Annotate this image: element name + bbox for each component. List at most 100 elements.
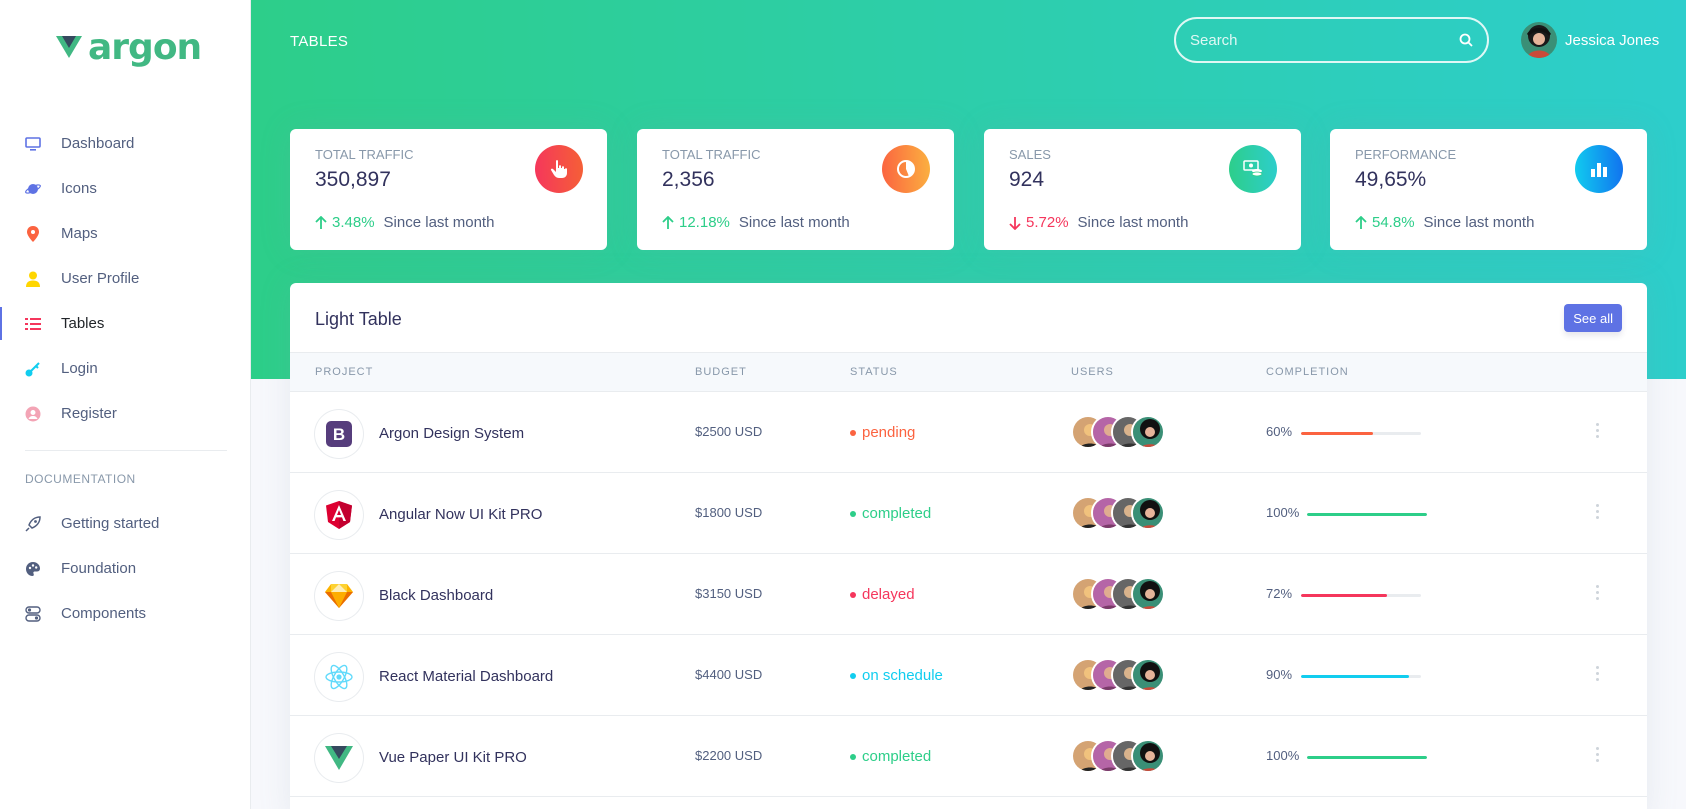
search-icon[interactable]: [1459, 33, 1473, 47]
avatar[interactable]: [1131, 577, 1165, 611]
sidebar-item-login[interactable]: Login: [0, 346, 251, 391]
pointer-icon: [535, 145, 583, 193]
sidebar-item-icons[interactable]: Icons: [0, 166, 251, 211]
project-name[interactable]: Black Dashboard: [379, 587, 493, 604]
sidebar-item-user-profile[interactable]: User Profile: [0, 256, 251, 301]
status-badge: completed: [850, 748, 931, 765]
completion-percent: 100%: [1266, 748, 1300, 763]
table-row: Angular Now UI Kit PRO $1800 USD complet…: [290, 473, 1647, 554]
column-header-project[interactable]: Project: [315, 366, 373, 378]
completion-bar-fill: [1307, 756, 1427, 759]
stat-card: Total traffic 350,897 3.48% Since last m…: [290, 129, 607, 250]
sidebar-item-register[interactable]: Register: [0, 391, 251, 436]
light-table-card: Light Table See all Project Budget Statu…: [290, 283, 1647, 809]
status-dot: [850, 510, 856, 517]
avatar-group: [1071, 496, 1165, 530]
sidebar-item-label: Register: [61, 405, 117, 422]
status-badge: on schedule: [850, 667, 943, 684]
completion-bar: [1301, 432, 1421, 435]
user-name: Jessica Jones: [1565, 31, 1660, 49]
project-name[interactable]: Angular Now UI Kit PRO: [379, 506, 542, 523]
row-actions-menu[interactable]: [1592, 744, 1602, 764]
sidebar-item-dashboard[interactable]: Dashboard: [0, 121, 251, 166]
column-header-users[interactable]: Users: [1071, 366, 1114, 378]
project-name[interactable]: Vue Paper UI Kit PRO: [379, 749, 527, 766]
stat-change: 3.48%: [332, 214, 375, 231]
stat-value: 350,897: [315, 168, 391, 191]
sidebar-item-maps[interactable]: Maps: [0, 211, 251, 256]
stat-card: Total traffic 2,356 12.18% Since last mo…: [637, 129, 954, 250]
stat-since: Since last month: [1423, 214, 1535, 231]
table-row: B Argon Design System $2500 USD pending …: [290, 392, 1647, 473]
avatar-group: [1071, 739, 1165, 773]
row-actions-menu[interactable]: [1592, 663, 1602, 683]
stat-label: Performance: [1355, 147, 1457, 162]
user-menu[interactable]: Jessica Jones: [1521, 22, 1659, 58]
angular-icon: [315, 491, 363, 539]
sidebar-item-getting-started[interactable]: Getting started: [0, 501, 251, 546]
documentation-nav: Getting started Foundation Components: [0, 501, 251, 636]
sidebar-item-label: Maps: [61, 225, 98, 242]
completion-percent: 72%: [1266, 586, 1293, 601]
avatar[interactable]: [1131, 658, 1165, 692]
column-header-completion[interactable]: Completion: [1266, 366, 1349, 378]
row-actions-menu[interactable]: [1592, 582, 1602, 602]
completion-percent: 90%: [1266, 667, 1293, 682]
avatar[interactable]: [1131, 415, 1165, 449]
status-dot: [850, 672, 856, 679]
column-header-status[interactable]: Status: [850, 366, 898, 378]
completion-bar-fill: [1301, 432, 1373, 435]
sketch-icon: [315, 572, 363, 620]
sidebar-item-label: Components: [61, 605, 147, 622]
stat-change: 54.8%: [1372, 214, 1415, 231]
completion-bar-fill: [1301, 675, 1409, 678]
sidebar-item-label: Getting started: [61, 515, 160, 532]
project-name[interactable]: Argon Design System: [379, 425, 524, 442]
search-input[interactable]: [1190, 31, 1459, 49]
stat-footer: 54.8% Since last month: [1355, 214, 1534, 231]
status-text: delayed: [862, 586, 915, 603]
completion-bar: [1307, 513, 1427, 516]
column-header-budget[interactable]: Budget: [695, 366, 747, 378]
stat-footer: 12.18% Since last month: [662, 214, 850, 231]
page-title: TABLES: [290, 33, 349, 50]
search-box[interactable]: [1174, 17, 1489, 63]
status-text: pending: [862, 424, 916, 441]
stat-since: Since last month: [383, 214, 495, 231]
see-all-button[interactable]: See all: [1564, 304, 1622, 332]
user-icon: [25, 271, 41, 287]
avatar[interactable]: [1131, 739, 1165, 773]
sidebar: argon Dashboard Icons Maps User Profile: [0, 0, 251, 809]
budget-value: $4400 USD: [695, 667, 763, 682]
avatar[interactable]: [1521, 22, 1557, 58]
budget-value: $2200 USD: [695, 748, 763, 763]
status-badge: completed: [850, 505, 931, 522]
status-dot: [850, 753, 856, 760]
bar-chart-icon: [1575, 145, 1623, 193]
brand-logo[interactable]: argon: [56, 30, 202, 66]
table-row: Black Dashboard $3150 USD delayed 72%: [290, 554, 1647, 635]
table-header: Project Budget Status Users Completion: [290, 352, 1647, 392]
sidebar-item-components[interactable]: Components: [0, 591, 251, 636]
status-badge: pending: [850, 424, 915, 441]
pie-chart-icon: [882, 145, 930, 193]
avatar[interactable]: [1131, 496, 1165, 530]
completion-percent: 100%: [1266, 505, 1300, 520]
bootstrap-icon: B: [315, 410, 363, 458]
row-actions-menu[interactable]: [1592, 420, 1602, 440]
budget-value: $1800 USD: [695, 505, 763, 520]
list-icon: [25, 316, 41, 332]
arrow-up-icon: [1355, 215, 1367, 229]
row-actions-menu[interactable]: [1592, 501, 1602, 521]
stat-since: Since last month: [1077, 214, 1189, 231]
stat-change: 12.18%: [679, 214, 730, 231]
budget-value: $3150 USD: [695, 586, 763, 601]
project-name[interactable]: React Material Dashboard: [379, 668, 553, 685]
sidebar-item-tables[interactable]: Tables: [0, 301, 251, 346]
sidebar-item-label: Tables: [61, 315, 105, 332]
sidebar-item-foundation[interactable]: Foundation: [0, 546, 251, 591]
completion-bar-fill: [1301, 594, 1388, 597]
table-row: Vue Paper UI Kit PRO $2200 USD completed…: [290, 716, 1647, 797]
status-text: on schedule: [862, 667, 943, 684]
table-title: Light Table: [315, 309, 402, 329]
